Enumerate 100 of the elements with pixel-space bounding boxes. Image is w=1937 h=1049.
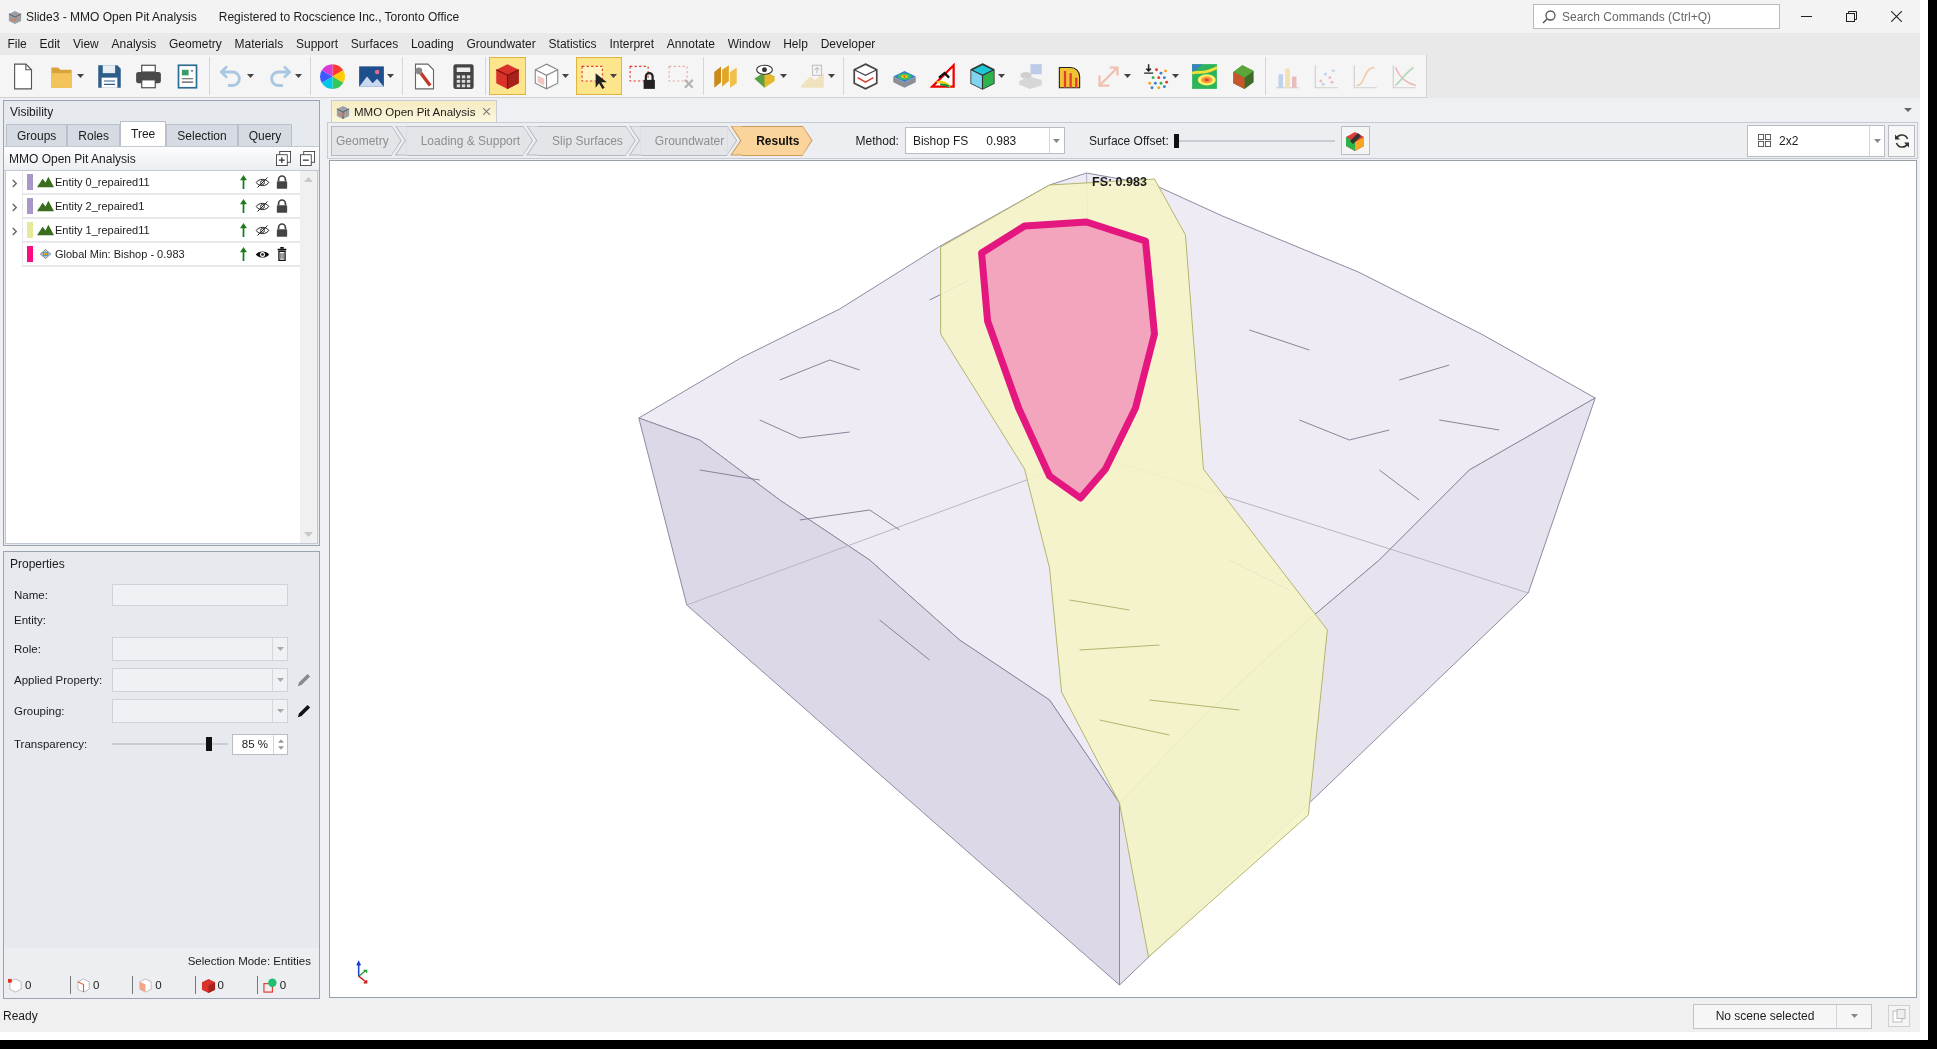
lock-icon[interactable] (276, 175, 288, 189)
caret-icon (276, 677, 284, 682)
eye-icon[interactable] (255, 248, 270, 260)
terrain-block-icon (1230, 62, 1257, 90)
menu-item[interactable]: Groundwater (460, 37, 543, 51)
tab[interactable]: Tree (120, 121, 167, 146)
caret-icon (1124, 74, 1131, 78)
caret-icon (828, 74, 835, 78)
slider-thumb[interactable] (1173, 133, 1179, 148)
wireframe-cube-icon (533, 62, 560, 90)
restore-icon (1846, 11, 1857, 22)
slider-thumb[interactable] (205, 737, 212, 751)
slope-arrow-icon (799, 62, 826, 90)
menu-item[interactable]: Interpret (603, 37, 661, 51)
tree-item[interactable]: Entity 1_repaired11 (22, 219, 300, 243)
lock-icon[interactable] (276, 223, 288, 237)
factor-of-safety-label: FS: 0.983 (1092, 175, 1147, 189)
chevron-icon[interactable] (10, 226, 18, 236)
caret-icon (276, 646, 284, 651)
selection-mode-text: Selection Mode: Entities (187, 955, 311, 967)
dashed-rectangle-cursor-button[interactable] (576, 57, 622, 95)
chevron-icon[interactable] (10, 178, 18, 188)
chevron-icon[interactable] (10, 202, 18, 212)
eye-slash-icon[interactable] (255, 176, 270, 188)
vertex-cube-icon[interactable] (8, 977, 23, 993)
save-icon (96, 62, 123, 90)
menu-item[interactable]: Analysis (105, 37, 163, 51)
surface-offset-label: Surface Offset: (1088, 133, 1169, 148)
close-icon[interactable] (483, 108, 491, 115)
scatter-points-icon (1143, 62, 1170, 90)
search-box[interactable]: Search Commands (Ctrl+Q) (1533, 4, 1780, 29)
menu-item[interactable]: Geometry (162, 37, 229, 51)
tree-item[interactable]: Entity 0_repaired11 (22, 171, 300, 195)
menu-item[interactable]: Edit (33, 37, 67, 51)
tree-title: MMO Open Pit Analysis (9, 151, 137, 166)
caret-icon (1850, 1014, 1858, 1018)
solid-cube-icon[interactable] (200, 977, 216, 993)
scene-dropdown[interactable]: No scene selected (1693, 1003, 1872, 1029)
menu-item[interactable]: Surfaces (344, 37, 405, 51)
eye-slash-icon[interactable] (255, 200, 270, 212)
menu-item[interactable]: Help (776, 37, 815, 51)
spin-arrows-icon[interactable] (277, 737, 284, 751)
menu-item[interactable]: Statistics (542, 37, 603, 51)
trash-icon[interactable] (276, 247, 288, 261)
window-title: Slide3 - MMO Open Pit Analysis (26, 9, 197, 24)
document-tab[interactable]: MMO Open Pit Analysis (331, 100, 498, 122)
color-wheel-icon (319, 62, 346, 90)
crossing-curves-icon (1391, 62, 1418, 90)
search-field[interactable]: Search Commands (Ctrl+Q) (1562, 7, 1772, 26)
tree-item[interactable]: Global Min: Bishop - 0.983 (22, 243, 300, 267)
tab[interactable]: Roles (67, 124, 121, 146)
arrow-up-icon[interactable] (240, 223, 247, 237)
scatter-plot-icon (1313, 62, 1340, 90)
caret-icon[interactable] (1904, 108, 1912, 112)
field-label: Name: (14, 588, 49, 601)
tab[interactable]: Query (237, 124, 293, 146)
tab[interactable]: Groups (6, 124, 68, 146)
tab[interactable]: Selection (166, 124, 238, 146)
menu-item[interactable]: View (66, 37, 106, 51)
edge-cube-icon[interactable] (76, 977, 92, 993)
menu-item[interactable]: Support (289, 37, 345, 51)
menu-item[interactable]: Loading (404, 37, 461, 51)
refresh-button[interactable] (1888, 124, 1915, 157)
eye-slash-icon[interactable] (255, 224, 270, 236)
menu-item[interactable]: File (1, 37, 34, 51)
menu-item[interactable]: Materials (228, 37, 290, 51)
method-dropdown[interactable]: Bishop FS 0.983 (904, 127, 1065, 154)
cube-icon (336, 104, 350, 119)
selection-count: 0 (93, 979, 100, 991)
pages-icon (1892, 1009, 1906, 1023)
caret-icon (780, 74, 787, 78)
arrow-up-icon[interactable] (240, 199, 247, 213)
cube-pencil-button[interactable] (1340, 126, 1370, 155)
arrow-up-icon[interactable] (240, 247, 247, 261)
expand-all-icon[interactable] (276, 151, 291, 166)
menu-item[interactable]: Annotate (660, 37, 722, 51)
registration-text: Registered to Rocscience Inc., Toronto Office (218, 9, 460, 24)
collapse-all-icon[interactable] (300, 151, 315, 166)
lock-icon[interactable] (276, 199, 288, 213)
minimize-icon (1801, 16, 1812, 17)
panel-title: Properties (10, 557, 65, 571)
mountain-icon (37, 224, 54, 236)
arrow-up-icon[interactable] (240, 175, 247, 189)
search-icon (1542, 9, 1556, 24)
s-curve-icon (1352, 62, 1379, 90)
spin-field[interactable]: 85 % (232, 733, 288, 755)
field-label: Applied Property: (14, 673, 104, 686)
colored-cube-icon (969, 62, 996, 90)
solid-cube-button[interactable] (489, 57, 526, 95)
cube-pencil-icon (1345, 130, 1366, 151)
menu-item[interactable]: Developer (814, 37, 882, 51)
caret-icon (276, 708, 284, 713)
menu-item[interactable]: Window (721, 37, 777, 51)
square-dot-icon[interactable] (262, 977, 278, 993)
solid-cube-icon (494, 62, 521, 90)
caret-icon (1172, 74, 1179, 78)
tree-item[interactable]: Entity 2_repaired1 (22, 195, 300, 219)
triangle-slope-icon (930, 62, 957, 90)
layout-dropdown[interactable]: 2x2 (1747, 124, 1885, 157)
panel-title: Visibility (10, 104, 54, 119)
